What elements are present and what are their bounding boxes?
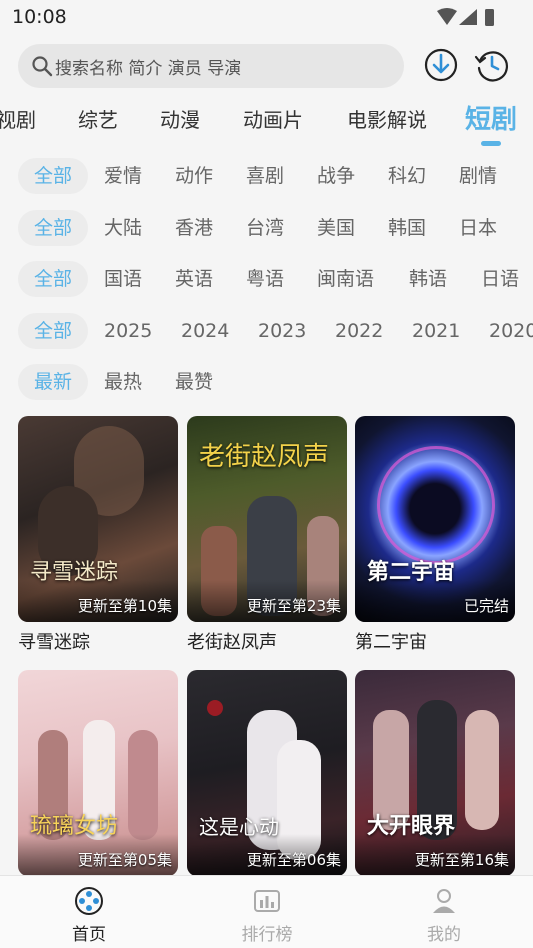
episode-badge: 更新至第06集 (246, 851, 341, 869)
filter-chip[interactable]: 剧情 (459, 158, 497, 194)
sort-newest[interactable]: 最新 (18, 364, 89, 400)
video-poster[interactable]: 老街赵凤声 更新至第23集 (187, 416, 347, 622)
filter-genre: 全部 爱情 动作 喜剧 战争 科幻 剧情 (0, 158, 533, 198)
tab-anime[interactable]: 动漫 (160, 104, 200, 133)
video-title: 第二宇宙 (355, 632, 427, 653)
filter-chip[interactable]: 2022 (335, 313, 383, 349)
filter-chip[interactable]: 2025 (104, 313, 152, 349)
sort-hottest[interactable]: 最热 (104, 364, 142, 400)
tab-variety[interactable]: 综艺 (78, 104, 118, 133)
filter-chip[interactable]: 粤语 (246, 261, 284, 297)
video-poster[interactable]: 这是心动 更新至第06集 (187, 670, 347, 876)
video-title: 老街赵凤声 (187, 632, 277, 653)
search-bar[interactable]: 搜索名称 简介 演员 导演 (18, 44, 404, 88)
sort-most-liked[interactable]: 最赞 (175, 364, 213, 400)
bottom-navigation: 首页 排行榜 我的 (0, 875, 533, 948)
episode-badge: 更新至第10集 (77, 597, 172, 615)
video-card[interactable]: 老街赵凤声 更新至第23集 老街赵凤声 (187, 416, 347, 654)
filter-chip[interactable]: 美国 (317, 210, 355, 246)
video-poster[interactable]: 大开眼界 更新至第16集 (355, 670, 515, 876)
active-tab-indicator (481, 141, 501, 146)
filter-chip[interactable]: 英语 (175, 261, 213, 297)
app-screen: 10:08 搜索名称 简介 演员 导演 视剧 综艺 动漫 动画片 电影解说 短剧 (0, 0, 533, 948)
tab-short-drama[interactable]: 短剧 (465, 99, 517, 136)
nav-home-label: 首页 (72, 925, 106, 945)
filter-genre-all[interactable]: 全部 (18, 158, 89, 194)
filter-chip[interactable]: 台湾 (246, 210, 284, 246)
filter-chip[interactable]: 韩语 (409, 261, 447, 297)
filter-region-all[interactable]: 全部 (18, 210, 89, 246)
filter-chip[interactable]: 2021 (412, 313, 460, 349)
filter-chip[interactable]: 2023 (258, 313, 306, 349)
battery-icon (485, 9, 494, 26)
category-tabs: 视剧 综艺 动漫 动画片 电影解说 短剧 (0, 96, 533, 144)
filter-chip[interactable]: 动作 (175, 158, 213, 194)
tab-movie-commentary[interactable]: 电影解说 (347, 104, 427, 133)
video-card[interactable]: 第二宇宙 已完结 第二宇宙 (355, 416, 515, 654)
filter-language: 全部 国语 英语 粤语 闽南语 韩语 日语 (0, 261, 533, 301)
status-time: 10:08 (12, 6, 67, 28)
filter-chip[interactable]: 香港 (175, 210, 213, 246)
filter-chip[interactable]: 日本 (459, 210, 497, 246)
nav-ranking[interactable]: 排行榜 (222, 886, 312, 945)
nav-home[interactable]: 首页 (44, 886, 134, 945)
filter-chip[interactable]: 2020 (489, 313, 533, 349)
signal-icon (459, 9, 477, 25)
filter-chip[interactable]: 大陆 (104, 210, 142, 246)
filter-chip[interactable]: 韩国 (388, 210, 426, 246)
wifi-icon (437, 8, 457, 25)
search-icon (32, 56, 53, 77)
filter-chip[interactable]: 科幻 (388, 158, 426, 194)
video-card[interactable]: 大开眼界 更新至第16集 (355, 670, 515, 876)
video-poster[interactable]: 琉璃女坊 更新至第05集 (18, 670, 178, 876)
filter-chip[interactable]: 战争 (317, 158, 355, 194)
filter-chip[interactable]: 闽南语 (317, 261, 374, 297)
tab-tv-series[interactable]: 视剧 (0, 104, 36, 133)
filter-region: 全部 大陆 香港 台湾 美国 韩国 日本 (0, 210, 533, 250)
filter-chip[interactable]: 国语 (104, 261, 142, 297)
nav-mine-label: 我的 (427, 925, 461, 945)
video-card[interactable]: 这是心动 更新至第06集 (187, 670, 347, 876)
search-placeholder: 搜索名称 简介 演员 导演 (55, 59, 242, 79)
user-icon (433, 889, 455, 913)
video-poster[interactable]: 第二宇宙 已完结 (355, 416, 515, 622)
status-badge: 已完结 (463, 597, 509, 615)
filter-sort: 最新 最热 最赞 (0, 364, 533, 404)
filter-chip[interactable]: 喜剧 (246, 158, 284, 194)
video-poster[interactable]: 寻雪迷踪 更新至第10集 (18, 416, 178, 622)
filter-language-all[interactable]: 全部 (18, 261, 89, 297)
video-card[interactable]: 琉璃女坊 更新至第05集 (18, 670, 178, 876)
video-card[interactable]: 寻雪迷踪 更新至第10集 寻雪迷踪 (18, 416, 178, 654)
episode-badge: 更新至第16集 (414, 851, 509, 869)
episode-badge: 更新至第05集 (77, 851, 172, 869)
download-icon[interactable] (423, 47, 459, 83)
filter-chip[interactable]: 2024 (181, 313, 229, 349)
ranking-chart-icon (254, 890, 280, 912)
tab-cartoon[interactable]: 动画片 (243, 104, 303, 133)
poster-title: 老街赵凤声 (199, 442, 330, 472)
filter-year: 全部 2025 2024 2023 2022 2021 2020 (0, 313, 533, 353)
film-reel-icon (75, 887, 103, 915)
history-icon[interactable] (474, 47, 510, 83)
status-bar: 10:08 (0, 0, 533, 38)
video-title: 寻雪迷踪 (18, 632, 90, 653)
system-status-icons (437, 8, 494, 26)
nav-mine[interactable]: 我的 (399, 886, 489, 945)
episode-badge: 更新至第23集 (246, 597, 341, 615)
filter-chip[interactable]: 日语 (481, 261, 519, 297)
filter-year-all[interactable]: 全部 (18, 313, 89, 349)
nav-ranking-label: 排行榜 (241, 925, 293, 945)
filter-chip[interactable]: 爱情 (104, 158, 142, 194)
